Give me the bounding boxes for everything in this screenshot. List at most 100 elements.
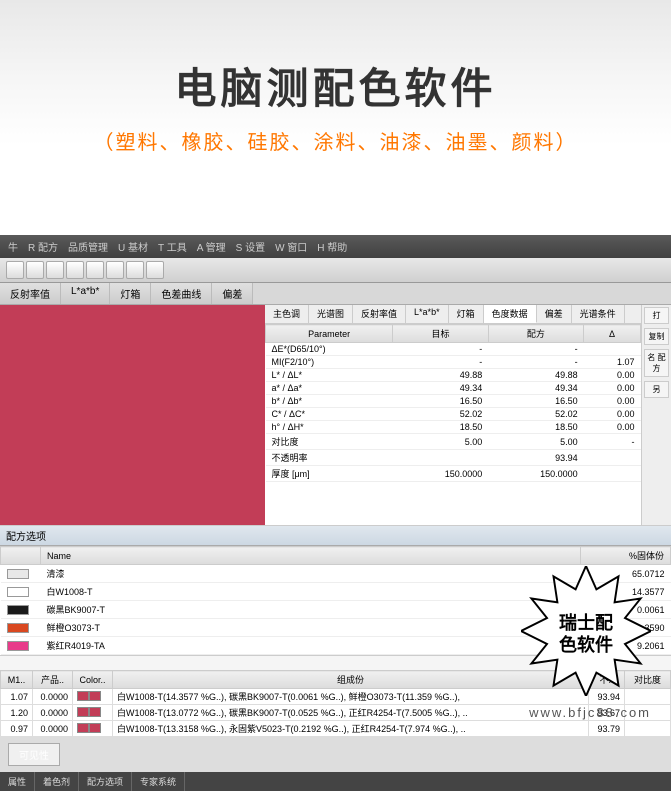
cell: 0.97 [1,721,33,737]
param-delta: 0.00 [584,408,641,421]
param-name: h° / ΔH* [266,421,393,434]
toolbar-button[interactable] [106,261,124,279]
visibility-button[interactable]: 可见性 [8,743,60,766]
colorant-name: 碳黑BK9007-T [41,601,581,619]
tab[interactable]: 光谱图 [309,305,353,323]
preview-tabs: 反射率值 L*a*b* 灯箱 色差曲线 偏差 [0,283,671,305]
menu-item[interactable]: 牛 [8,239,18,254]
cell: 0.0000 [33,705,73,721]
param-name: 不透明率 [266,450,393,466]
param-name: L* / ΔL* [266,369,393,382]
menu-item[interactable]: U 基材 [118,239,148,254]
param-target: 49.88 [393,369,488,382]
param-delta: 1.07 [584,356,641,369]
data-panel: 主色调 光谱图 反射率值 L*a*b* 灯箱 色度数据 偏差 光谱条件 Para… [265,305,641,525]
cell: 0.0000 [33,689,73,705]
color-preview [0,305,265,525]
param-name: a* / Δa* [266,382,393,395]
param-formula: 16.50 [488,395,583,408]
composition: 白W1008-T(14.3577 %G..), 碳黑BK9007-T(0.006… [113,689,589,705]
toolbar-button[interactable] [26,261,44,279]
page-subtitle: （塑料、橡胶、硅胶、涂料、油漆、油墨、颜料） [0,126,671,155]
param-target [393,450,488,466]
tab[interactable]: 反射率值 [0,283,61,304]
url-text: www.bfjc88.com [529,705,651,720]
colorant-name: 鲜橙O3073-T [41,619,581,637]
param-target: 150.0000 [393,466,488,482]
param-formula: 150.0000 [488,466,583,482]
col-header[interactable]: 产品.. [33,671,73,689]
param-formula: - [488,343,583,356]
toolbar-button[interactable] [146,261,164,279]
colorant-name: 清漆 [41,565,581,583]
menu-item[interactable]: T 工具 [158,239,187,254]
tab[interactable]: L*a*b* [61,283,110,304]
tab[interactable]: 反射率值 [353,305,406,323]
param-delta: 0.00 [584,382,641,395]
param-delta [584,466,641,482]
param-delta: 0.00 [584,421,641,434]
formula-header: 配方选项 [0,526,671,546]
col-header: 配方 [488,325,583,343]
menu-item[interactable]: S 设置 [236,239,265,254]
param-name: ΔE*(D65/10°) [266,343,393,356]
col-header: Δ [584,325,641,343]
param-formula: 49.88 [488,369,583,382]
param-name: 厚度 [μm] [266,466,393,482]
side-button[interactable]: 另 [644,381,669,398]
menu-item[interactable]: R 配方 [28,239,58,254]
toolbar-button[interactable] [66,261,84,279]
cell [73,721,113,737]
colorant-name: 紫红R4019-TA [41,637,581,655]
param-formula: 5.00 [488,434,583,450]
tab[interactable]: 光谱条件 [572,305,625,323]
tab[interactable]: 灯箱 [110,283,151,304]
status-tab[interactable]: 属性 [0,772,35,791]
menu-item[interactable]: 品质管理 [68,239,108,254]
param-delta [584,450,641,466]
color-swatch [7,605,29,615]
toolbar-button[interactable] [86,261,104,279]
tab[interactable]: 灯箱 [449,305,484,323]
menu-item[interactable]: W 窗口 [275,239,307,254]
color-swatch [7,641,29,651]
tab[interactable]: L*a*b* [406,305,449,323]
param-name: MI(F2/10°) [266,356,393,369]
side-button[interactable]: 打 [644,307,669,324]
status-tab[interactable]: 配方选项 [79,772,132,791]
status-tab[interactable]: 专家系统 [132,772,185,791]
col-header[interactable]: 组成份 [113,671,589,689]
cell [73,689,113,705]
col-header: %固体份 [581,547,671,565]
col-header: Name [41,547,581,565]
param-target: 16.50 [393,395,488,408]
toolbar-button[interactable] [46,261,64,279]
param-formula: 52.02 [488,408,583,421]
page-title: 电脑测配色软件 [0,55,671,116]
tab[interactable]: 色差曲线 [151,283,212,304]
menu-item[interactable]: A 管理 [197,239,226,254]
menu-item[interactable]: H 帮助 [317,239,347,254]
contrast [625,721,671,737]
param-formula: 49.34 [488,382,583,395]
result-row[interactable]: 0.970.0000白W1008-T(13.3158 %G..), 永固紫V50… [1,721,671,737]
param-target: - [393,343,488,356]
tab[interactable]: 色度数据 [484,305,537,323]
side-button[interactable]: 名 配方 [644,349,669,377]
toolbar [0,258,671,283]
param-target: 18.50 [393,421,488,434]
col-header[interactable]: M1.. [1,671,33,689]
toolbar-button[interactable] [6,261,24,279]
status-tab[interactable]: 着色剂 [35,772,79,791]
param-formula: 93.94 [488,450,583,466]
tab[interactable]: 偏差 [212,283,253,304]
side-button[interactable]: 复制 [644,328,669,345]
toolbar-button[interactable] [126,261,144,279]
param-name: b* / Δb* [266,395,393,408]
param-delta: - [584,434,641,450]
col-header[interactable]: Color.. [73,671,113,689]
badge-text: 瑞士配 色软件 [521,612,651,656]
tab[interactable]: 偏差 [537,305,572,323]
param-name: C* / ΔC* [266,408,393,421]
tab[interactable]: 主色调 [265,305,309,323]
